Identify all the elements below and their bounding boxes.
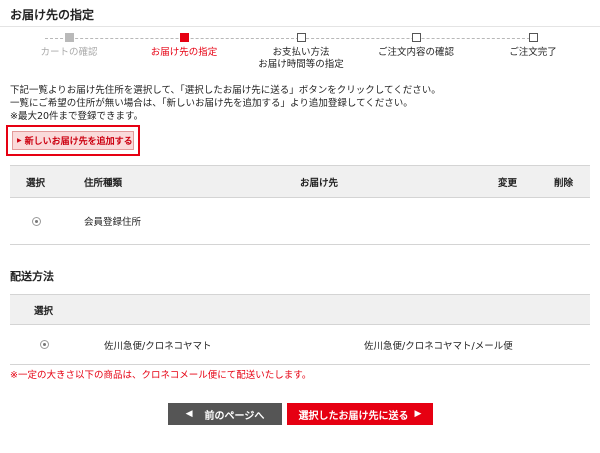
step-sublabel: お届け時間等の指定 [258, 59, 344, 70]
step-label: お支払い方法 [272, 47, 330, 58]
col-delete: 削除 [534, 165, 590, 198]
step-label: ご注文完了 [509, 47, 557, 58]
shipping-note: ※一定の大きさ以下の商品は、クロネコメール便にて配送いたします。 [10, 370, 312, 381]
radio-cell [10, 324, 104, 365]
instructions: 下記一覧よりお届け先住所を選択して、「選択したお届け先に送る」ボタンをクリックし… [10, 84, 441, 123]
shipping-radio[interactable] [40, 340, 49, 349]
triangle-right-icon: ▶ [17, 137, 22, 144]
step-cart-confirm: カートの確認 [4, 33, 134, 59]
send-to-selected-button[interactable]: 選択したお届け先に送る ▶ [287, 403, 433, 425]
address-type-cell: 会員登録住所 [76, 197, 284, 245]
table-header-row: 選択 住所種類 お届け先 変更 削除 [10, 165, 590, 198]
add-address-label: 新しいお届け先を追加する [24, 137, 133, 147]
prev-page-label: 前のページへ [204, 410, 265, 422]
table-row[interactable]: 会員登録住所 [10, 197, 590, 245]
change-cell [472, 197, 534, 245]
radio-cell [10, 197, 76, 245]
instruction-line: 下記一覧よりお届け先住所を選択して、「選択したお届け先に送る」ボタンをクリックし… [10, 85, 441, 96]
triangle-right-icon: ▶ [414, 409, 422, 419]
instruction-line: ※最大20件まで登録できます。 [10, 111, 144, 122]
shipping-alt-method-cell: 佐川急便/クロネコヤマト/メール便 [354, 324, 590, 365]
step-label: お届け先の指定 [150, 47, 218, 58]
prev-page-button[interactable]: ◀ 前のページへ [168, 403, 282, 425]
step-delivery-address: お届け先の指定 [119, 33, 249, 59]
delete-cell [534, 197, 590, 245]
step-marker-icon [179, 33, 189, 42]
step-payment-method: お支払い方法 お届け時間等の指定 [236, 33, 366, 71]
col-change: 変更 [472, 165, 534, 198]
send-to-selected-label: 選択したお届け先に送る [298, 410, 409, 422]
step-marker-icon [528, 33, 538, 42]
add-address-highlight: ▶ 新しいお届け先を追加する [6, 125, 140, 156]
shipping-table: 選択 佐川急便/クロネコヤマト 佐川急便/クロネコヤマト/メール便 [10, 294, 590, 365]
table-header-row: 選択 [10, 294, 590, 325]
step-label: ご注文内容の確認 [377, 47, 454, 58]
shipping-section-title: 配送方法 [10, 270, 54, 283]
col-address-type: 住所種類 [76, 165, 284, 198]
step-indicator: カートの確認 お届け先の指定 お支払い方法 お届け時間等の指定 ご注文内容の確認… [0, 30, 600, 78]
add-address-button[interactable]: ▶ 新しいお届け先を追加する [12, 131, 134, 150]
triangle-left-icon: ◀ [185, 409, 193, 419]
instruction-line: 一覧にご希望の住所が無い場合は、「新しいお届け先を追加する」より追加登録してくだ… [10, 98, 413, 109]
step-label: カートの確認 [40, 47, 98, 58]
address-table: 選択 住所種類 お届け先 変更 削除 会員登録住所 [10, 165, 590, 245]
step-order-review: ご注文内容の確認 [351, 33, 481, 59]
shipping-method-cell: 佐川急便/クロネコヤマト [104, 324, 354, 365]
address-radio[interactable] [32, 216, 41, 226]
step-marker-icon [64, 33, 74, 42]
title-divider [0, 26, 600, 27]
step-order-complete: ご注文完了 [468, 33, 598, 59]
page-title: お届け先の指定 [10, 8, 95, 22]
col-destination: お届け先 [284, 165, 472, 198]
table-row[interactable]: 佐川急便/クロネコヤマト 佐川急便/クロネコヤマト/メール便 [10, 324, 590, 365]
step-marker-icon [411, 33, 421, 42]
col-select: 選択 [10, 294, 590, 325]
col-select: 選択 [10, 165, 76, 198]
destination-cell [284, 197, 472, 245]
step-marker-icon [296, 33, 306, 42]
